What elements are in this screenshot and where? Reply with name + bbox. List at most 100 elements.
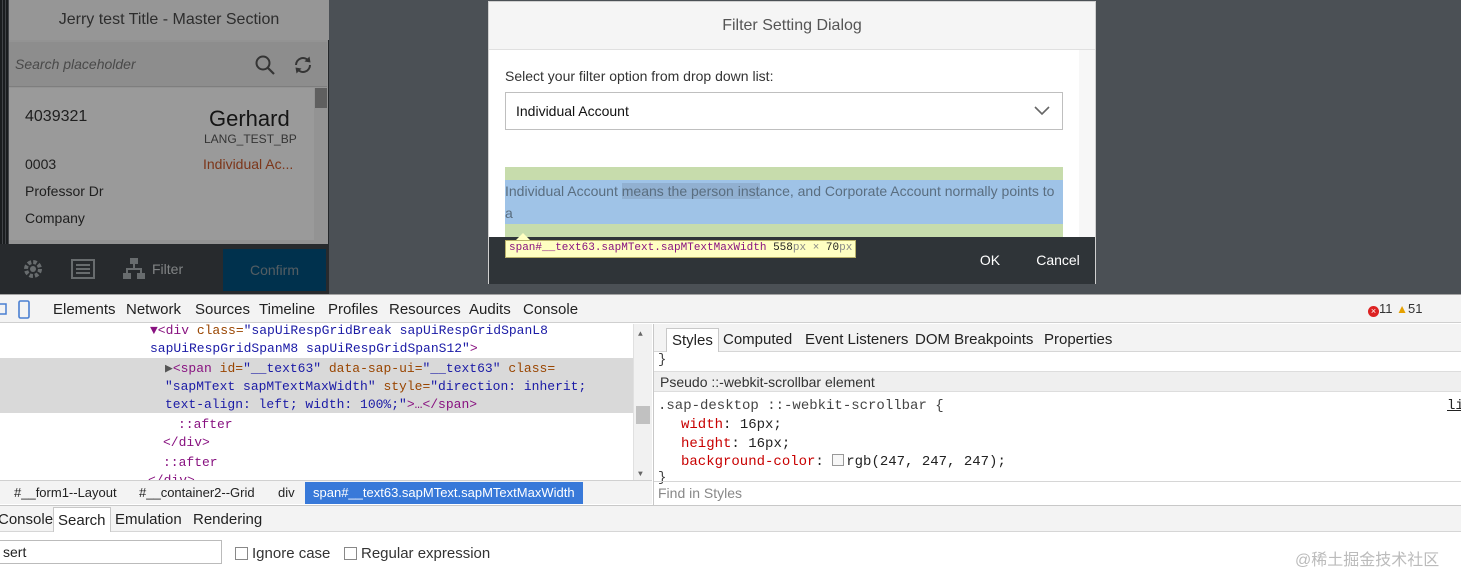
dom-pseudo-after[interactable]: ::after — [178, 416, 233, 434]
chevron-down-icon[interactable] — [1032, 103, 1052, 124]
dom-attr: class= — [189, 324, 244, 338]
devtools-drawer: Console Search Emulation Rendering Ignor… — [0, 505, 1461, 573]
filter-select[interactable]: Individual Account — [505, 92, 1063, 130]
list-scrollbar[interactable] — [315, 88, 327, 108]
confirm-dim-overlay — [223, 249, 326, 291]
dom-node-span-cont: "sapMText sapMTextMaxWidth" style="direc… — [165, 378, 586, 396]
dom-value: "sapMText sapMTextMaxWidth" — [165, 379, 376, 394]
item-attr-title: Professor Dr — [25, 183, 104, 199]
dom-pseudo-after[interactable]: ::after — [163, 454, 218, 472]
css-prop-value: 16px; — [748, 436, 791, 452]
list-view-icon[interactable] — [71, 258, 95, 280]
dialog-scrollbar[interactable] — [1079, 50, 1095, 237]
warning-count: 51 — [1408, 301, 1423, 316]
search-input[interactable] — [15, 50, 235, 78]
breadcrumb-item[interactable]: #__container2--Grid — [139, 485, 255, 500]
tooltip-times: × — [812, 242, 820, 254]
filter-button[interactable]: Filter — [152, 261, 183, 277]
css-property-row[interactable]: background-color: rgb(247, 247, 247); — [681, 454, 1006, 470]
css-prop-name: background-color — [681, 454, 816, 470]
settings-gear-icon[interactable] — [21, 257, 45, 281]
error-warning-counter[interactable]: × 11 ▲51 — [1368, 301, 1422, 317]
tab-network[interactable]: Network — [126, 301, 181, 318]
cancel-button[interactable]: Cancel — [1027, 249, 1089, 271]
scroll-down-icon[interactable]: ▼ — [638, 466, 643, 480]
dom-tag: > — [469, 341, 478, 356]
css-property-row[interactable]: width: 16px; — [681, 417, 782, 433]
scroll-up-icon[interactable]: ▲ — [638, 326, 643, 344]
css-brace: } — [658, 352, 667, 368]
css-source-link[interactable]: li — [1447, 398, 1461, 414]
dom-close-div[interactable]: </div> — [163, 434, 210, 452]
checkbox-icon[interactable] — [235, 547, 248, 560]
select-value: Individual Account — [516, 103, 629, 119]
breadcrumb-item[interactable]: div — [278, 485, 295, 500]
inspect-element-icon[interactable] — [0, 300, 8, 318]
tab-timeline[interactable]: Timeline — [259, 301, 315, 318]
tab-elements[interactable]: Elements — [53, 301, 116, 318]
ignore-case-checkbox[interactable]: Ignore case — [235, 545, 330, 562]
dom-attr: data-sap-ui= — [321, 361, 423, 376]
drawer-tab-console[interactable]: Console — [0, 511, 53, 528]
checkbox-icon[interactable] — [344, 547, 357, 560]
device-mode-icon[interactable] — [17, 299, 31, 319]
tab-computed[interactable]: Computed — [723, 331, 792, 348]
dom-value: "__text63" — [243, 361, 322, 376]
dom-value: sapUiRespGridSpanM8 sapUiRespGridSpanS12… — [150, 341, 470, 356]
master-section: Jerry test Title - Master Section 403932… — [0, 0, 329, 294]
drawer-tab-emulation[interactable]: Emulation — [115, 511, 182, 528]
master-title: Jerry test Title - Master Section — [9, 0, 329, 40]
tooltip-unit: px — [839, 242, 853, 254]
expand-triangle-icon[interactable]: ▶ — [165, 361, 173, 376]
screen: Jerry test Title - Master Section 403932… — [0, 0, 1461, 573]
search-icon[interactable] — [253, 53, 277, 77]
dom-close-div[interactable]: </div> — [148, 472, 195, 480]
dom-tag: >…</span> — [406, 397, 478, 412]
dom-node-span[interactable]: ▶<span id="__text63" data-sap-ui="__text… — [165, 360, 555, 378]
breadcrumb-item-active[interactable]: span#__text63.sapMText.sapMTextMaxWidth — [305, 482, 583, 504]
dom-attr: id= — [211, 361, 244, 376]
item-name: Gerhard — [209, 106, 290, 131]
dom-node-div-cont: sapUiRespGridSpanM8 sapUiRespGridSpanS12… — [150, 340, 478, 358]
tab-properties[interactable]: Properties — [1044, 331, 1112, 348]
hierarchy-filter-icon[interactable] — [122, 257, 146, 281]
ok-button[interactable]: OK — [967, 249, 1013, 271]
drawer-search-input[interactable] — [0, 540, 222, 564]
tooltip-arrow — [516, 233, 530, 240]
refresh-icon[interactable] — [291, 53, 315, 77]
regex-checkbox[interactable]: Regular expression — [344, 545, 490, 562]
css-prop-value: 16px; — [739, 417, 782, 433]
error-icon: × — [1368, 306, 1379, 317]
find-in-styles-input[interactable]: Find in Styles — [654, 481, 1461, 503]
item-status: Individual Ac... — [203, 156, 294, 172]
css-prop-name: height — [681, 436, 732, 452]
dom-tree: ▼<div class="sapUiRespGridBreak sapUiRes… — [0, 324, 652, 480]
dom-attr: class= — [500, 361, 556, 376]
dom-scrollbar[interactable]: ▲ ▼ — [633, 324, 652, 480]
tab-console[interactable]: Console — [523, 301, 578, 318]
checkbox-label: Regular expression — [361, 545, 491, 562]
dialog-title: Filter Setting Dialog — [489, 2, 1095, 50]
tab-event-listeners[interactable]: Event Listeners — [805, 331, 908, 348]
css-property-row[interactable]: height: 16px; — [681, 436, 790, 452]
dom-breadcrumb: #__form1--Layout #__container2--Grid div… — [0, 480, 652, 504]
list-item[interactable]: 4039321 Gerhard LANG_TEST_BP 0003 Indivi… — [9, 88, 314, 240]
tab-resources[interactable]: Resources — [389, 301, 461, 318]
tab-audits[interactable]: Audits — [469, 301, 511, 318]
dom-node-div[interactable]: ▼<div class="sapUiRespGridBreak sapUiRes… — [150, 324, 548, 340]
styles-panel: Styles Computed Event Listeners DOM Brea… — [653, 324, 1461, 533]
dom-scroll-thumb[interactable] — [636, 406, 650, 424]
dom-value: "direction: inherit; — [430, 379, 587, 394]
tab-dom-breakpoints[interactable]: DOM Breakpoints — [915, 331, 1033, 348]
tab-styles[interactable]: Styles — [666, 328, 719, 352]
drawer-tab-rendering[interactable]: Rendering — [193, 511, 262, 528]
item-attr-company: Company — [25, 210, 85, 226]
dialog-body: Select your filter option from drop down… — [489, 50, 1079, 237]
item-subtitle: LANG_TEST_BP — [204, 132, 297, 146]
css-rule-selector[interactable]: .sap-desktop ::-webkit-scrollbar { — [658, 398, 944, 414]
color-swatch-icon[interactable] — [832, 454, 845, 466]
tab-profiles[interactable]: Profiles — [328, 301, 378, 318]
drawer-tab-search[interactable]: Search — [53, 507, 111, 532]
breadcrumb-item[interactable]: #__form1--Layout — [14, 485, 117, 500]
tab-sources[interactable]: Sources — [195, 301, 250, 318]
